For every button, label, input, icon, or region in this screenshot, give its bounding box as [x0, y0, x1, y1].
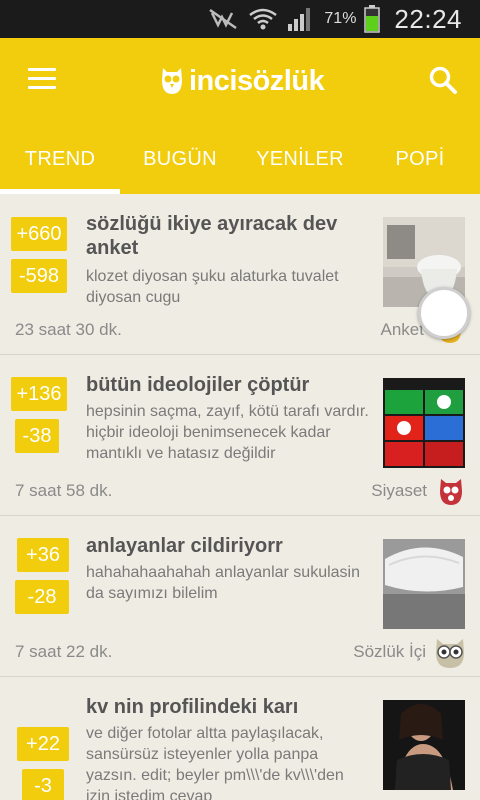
post-time: 7 saat 22 dk. — [15, 642, 113, 661]
battery-percentage: 71% — [324, 10, 357, 27]
downvote-button[interactable]: -28 — [15, 580, 69, 614]
post-item[interactable]: +36 -28 anlayanlar cildiriyorr hahahahaa… — [0, 516, 480, 677]
post-body: hahahahaahahah anlayanlar sukulasin da s… — [86, 564, 360, 602]
status-bar: 71% 22:24 — [0, 0, 480, 38]
post-time: 7 saat 58 dk. — [15, 481, 113, 500]
category-owl-icon — [436, 639, 464, 668]
downvote-button[interactable]: -598 — [11, 259, 67, 293]
search-icon[interactable] — [428, 65, 458, 95]
tab-bugun[interactable]: BUGÜN — [120, 122, 240, 194]
post-title[interactable]: sözlüğü ikiye ayıracak dev anket — [86, 212, 376, 260]
post-category[interactable]: Siyaset — [371, 481, 427, 501]
app-logo: incisözlük — [160, 64, 325, 98]
downvote-button[interactable]: -38 — [15, 419, 59, 453]
downvote-button[interactable]: -3 — [22, 769, 64, 800]
post-thumbnail[interactable] — [383, 700, 465, 790]
post-item[interactable]: +136 -38 bütün ideolojiler çöptür hepsin… — [0, 355, 480, 516]
post-category[interactable]: Anket — [381, 320, 424, 340]
post-category[interactable]: Sözlük İçi — [353, 642, 426, 662]
status-icons: 71% 22:24 — [208, 0, 462, 38]
post-item[interactable]: +22 -3 kv nin profilindeki karı ve diğer… — [0, 677, 480, 800]
upvote-button[interactable]: +660 — [11, 217, 67, 251]
post-body: hepsinin saçma, zayıf, kötü tarafı vardı… — [86, 403, 369, 462]
post-title[interactable]: bütün ideolojiler çöptür — [86, 373, 376, 397]
wifi-icon — [249, 8, 278, 30]
logo-text: incisözlük — [189, 64, 325, 97]
post-body: klozet diyosan şuku alaturka tuvalet diy… — [86, 268, 339, 306]
signal-icon — [288, 8, 311, 31]
post-time: 23 saat 30 dk. — [15, 320, 122, 339]
tab-bar: TREND BUGÜN YENİLER POPİ — [0, 122, 480, 194]
mute-icon — [209, 8, 238, 30]
post-title[interactable]: anlayanlar cildiriyorr — [86, 534, 376, 558]
hamburger-menu-icon[interactable] — [28, 68, 56, 90]
floating-action-button[interactable] — [418, 287, 470, 339]
upvote-button[interactable]: +136 — [11, 377, 67, 411]
battery-icon — [364, 5, 381, 33]
tab-trend[interactable]: TREND — [0, 122, 120, 194]
category-owl-icon — [440, 479, 462, 505]
upvote-button[interactable]: +22 — [17, 727, 69, 761]
tab-yeniler[interactable]: YENİLER — [240, 122, 360, 194]
clock: 22:24 — [394, 3, 462, 34]
post-body: ve diğer fotolar altta paylaşılacak, san… — [86, 725, 344, 800]
post-thumbnail[interactable] — [383, 378, 465, 468]
owl-logo-icon — [162, 68, 182, 94]
app-bar: incisözlük — [0, 38, 480, 122]
tab-popi[interactable]: POPİ — [360, 122, 480, 194]
post-thumbnail[interactable] — [383, 539, 465, 629]
post-title[interactable]: kv nin profilindeki karı — [86, 695, 376, 719]
post-item[interactable]: +660 -598 sözlüğü ikiye ayıracak dev ank… — [0, 194, 480, 355]
post-feed: +660 -598 sözlüğü ikiye ayıracak dev ank… — [0, 194, 480, 800]
upvote-button[interactable]: +36 — [17, 538, 69, 572]
